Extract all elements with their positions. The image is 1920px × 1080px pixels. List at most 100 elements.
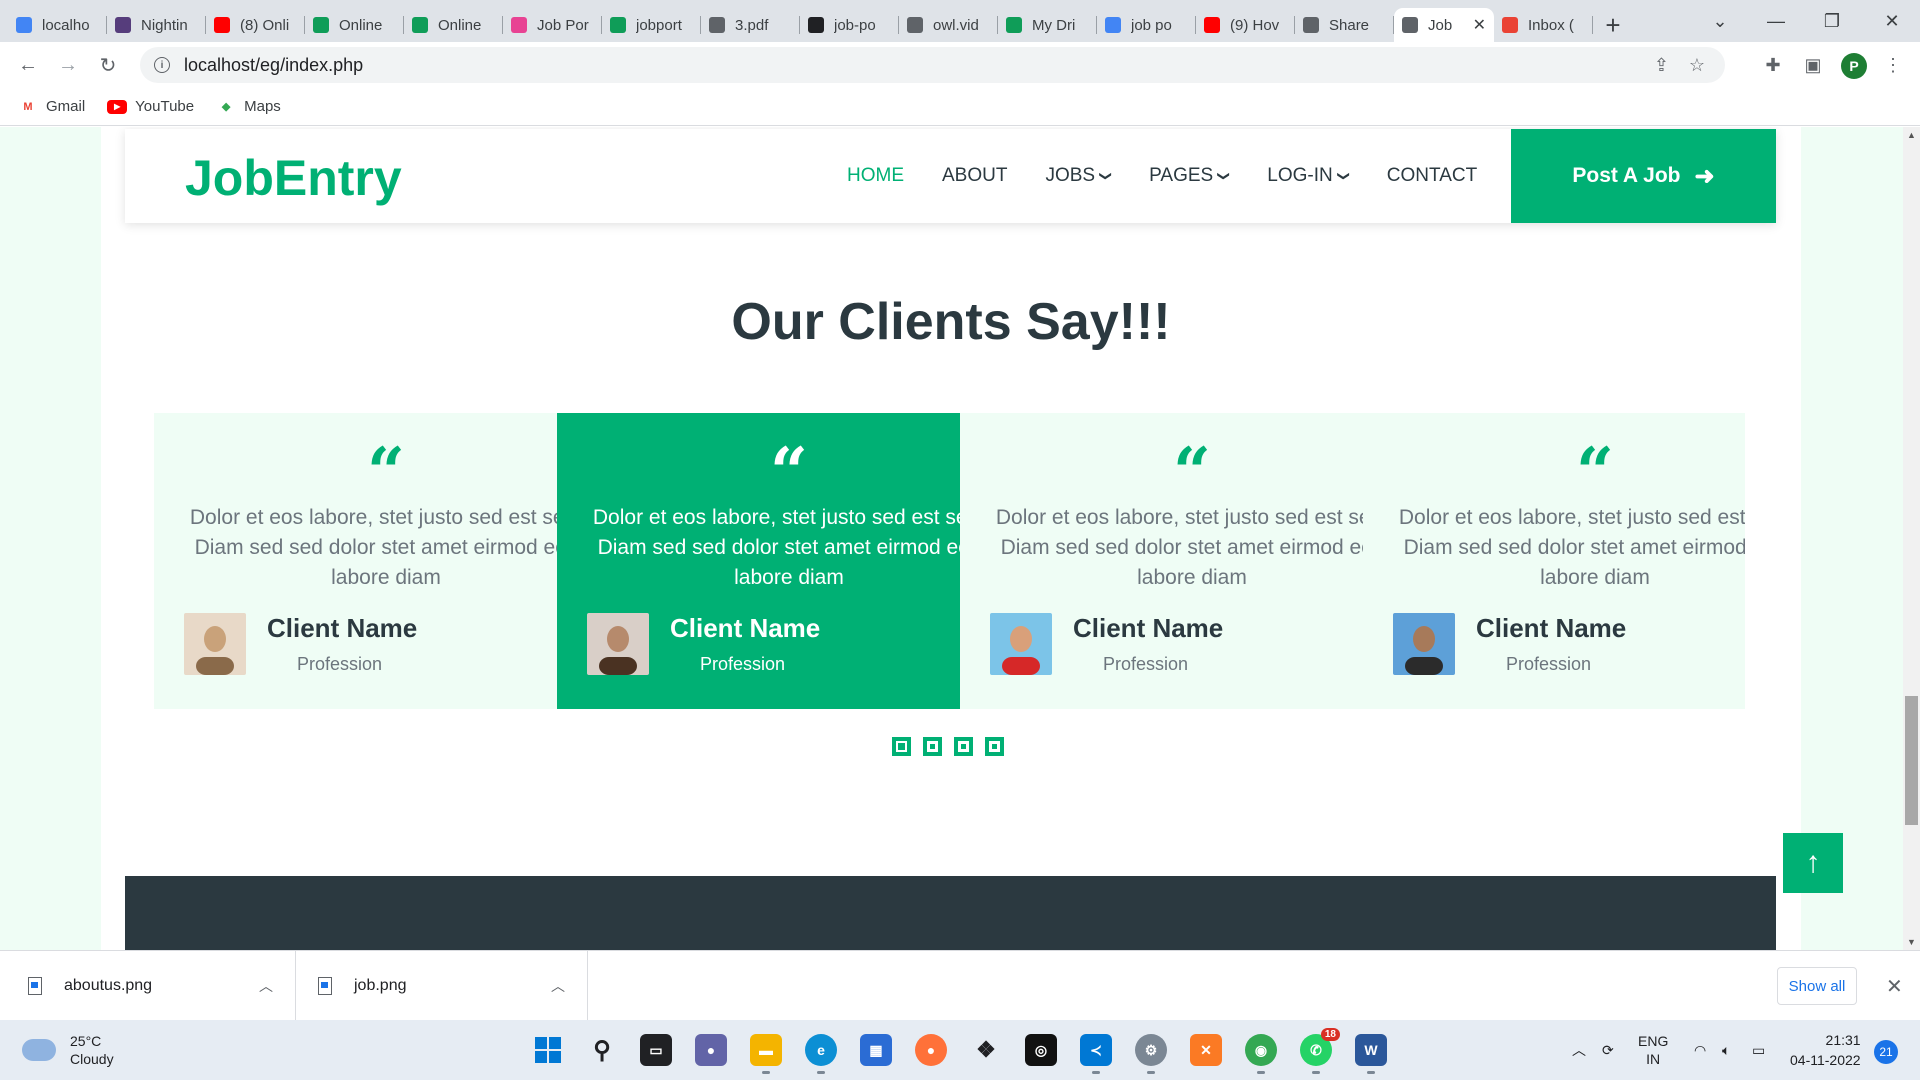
menu-icon[interactable]: ⋮: [1880, 52, 1906, 78]
gmail-icon: M: [23, 100, 33, 113]
browser-tab[interactable]: Online: [404, 8, 503, 42]
bookmark-maps[interactable]: ◆ Maps: [216, 98, 281, 115]
globe-icon: [907, 17, 923, 33]
share-icon[interactable]: ⇪: [1654, 55, 1669, 76]
testimonial-carousel[interactable]: “ Dolor et eos labore, stet justo sed est…: [154, 413, 1745, 709]
firefox-icon[interactable]: ●: [915, 1034, 947, 1066]
nav-item-jobs[interactable]: JOBS ❯: [1045, 165, 1113, 187]
nav-item-contact[interactable]: CONTACT: [1387, 165, 1477, 187]
browser-tab[interactable]: job-po: [800, 8, 899, 42]
browser-tab[interactable]: My Dri: [998, 8, 1097, 42]
download-item[interactable]: job.png ︿: [296, 951, 588, 1021]
bookmark-star-icon[interactable]: ☆: [1689, 55, 1705, 76]
word-icon[interactable]: W: [1355, 1034, 1387, 1074]
tab-title: Job Por: [537, 16, 589, 34]
browser-tab[interactable]: Share: [1295, 8, 1394, 42]
page-scrollbar[interactable]: ▲ ▼: [1903, 127, 1920, 950]
chevron-up-icon[interactable]: ︿: [551, 976, 565, 996]
creative-cloud-icon[interactable]: ◎: [1025, 1034, 1057, 1066]
browser-tab[interactable]: (9) Hov: [1196, 8, 1295, 42]
file-explorer-icon[interactable]: ▬: [750, 1034, 782, 1074]
carousel-dot[interactable]: [985, 737, 1004, 756]
bookmark-youtube[interactable]: ▶ YouTube: [107, 98, 194, 115]
gmail-icon: [1502, 17, 1518, 33]
drive-icon: [313, 17, 329, 33]
carousel-dot[interactable]: [954, 737, 973, 756]
back-to-top-button[interactable]: ↑: [1783, 833, 1843, 893]
teams-chat-icon[interactable]: ●: [695, 1034, 727, 1066]
volume-icon[interactable]: 🔈︎: [1722, 1020, 1730, 1080]
minimize-button[interactable]: —: [1748, 0, 1804, 42]
sync-icon[interactable]: ⟳: [1602, 1020, 1614, 1080]
tab-search-icon[interactable]: ⌄: [1692, 0, 1748, 42]
xampp-icon[interactable]: ✕: [1190, 1034, 1222, 1066]
forward-button[interactable]: →: [48, 45, 88, 85]
bookmark-gmail[interactable]: M Gmail: [18, 98, 85, 115]
reload-button[interactable]: ↻: [88, 45, 128, 85]
notification-badge[interactable]: 21: [1874, 1040, 1898, 1064]
language-indicator[interactable]: ENG IN: [1638, 1020, 1668, 1080]
chevron-up-icon[interactable]: ︿: [259, 976, 273, 996]
settings-icon[interactable]: ⚙: [1135, 1034, 1167, 1074]
post-a-job-button[interactable]: Post A Job ➜: [1511, 129, 1776, 223]
side-panel-icon[interactable]: ▣: [1800, 52, 1826, 78]
browser-tab[interactable]: Job Por: [503, 8, 602, 42]
whatsapp-icon[interactable]: ✆ 18: [1300, 1028, 1340, 1074]
tab-title: (9) Hov: [1230, 16, 1280, 34]
close-icon[interactable]: ✕: [1886, 974, 1903, 999]
scroll-up-arrow[interactable]: ▲: [1907, 130, 1916, 140]
site-info-icon[interactable]: i: [154, 57, 170, 73]
battery-icon[interactable]: ▭: [1752, 1020, 1765, 1080]
download-item[interactable]: aboutus.png ︿: [0, 951, 296, 1021]
browser-tab[interactable]: job po: [1097, 8, 1196, 42]
client-avatar: [1393, 613, 1455, 675]
store-icon[interactable]: ▦: [860, 1034, 892, 1066]
back-button[interactable]: ←: [8, 45, 48, 85]
edge-icon[interactable]: e: [805, 1034, 837, 1074]
browser-tab-strip: localho Nightin (8) Onli Online Online Job Po…: [0, 0, 1920, 42]
start-icon[interactable]: [532, 1034, 564, 1066]
browser-tab[interactable]: (8) Onli: [206, 8, 305, 42]
nav-item-about[interactable]: ABOUT: [942, 165, 1007, 187]
address-bar[interactable]: i localhost/eg/index.php ⇪ ☆: [140, 47, 1725, 83]
show-all-button[interactable]: Show all: [1777, 967, 1857, 1005]
scrollbar-thumb[interactable]: [1905, 696, 1918, 825]
extensions-icon[interactable]: ✚: [1760, 52, 1786, 78]
client-name: Client Name: [1073, 613, 1224, 643]
close-tab-icon[interactable]: ✕: [1473, 15, 1486, 35]
clock[interactable]: 21:31 04-11-2022: [1790, 1030, 1861, 1070]
new-tab-button[interactable]: +: [1593, 8, 1633, 42]
cloud-icon: [22, 1039, 56, 1061]
wifi-icon[interactable]: ◠: [1694, 1020, 1706, 1080]
nav-item-log-in[interactable]: LOG-IN ❯: [1267, 165, 1350, 187]
task-view-icon[interactable]: ▭: [640, 1034, 672, 1066]
browser-tab[interactable]: owl.vid: [899, 8, 998, 42]
scroll-down-arrow[interactable]: ▼: [1907, 937, 1916, 947]
url-text[interactable]: localhost/eg/index.php: [184, 55, 363, 76]
browser-tab[interactable]: 3.pdf: [701, 8, 800, 42]
search-icon[interactable]: ⚲: [586, 1034, 618, 1066]
chrome-icon[interactable]: ◉: [1245, 1034, 1277, 1074]
profile-avatar[interactable]: P: [1841, 53, 1867, 79]
nav-item-home[interactable]: HOME: [847, 165, 904, 187]
dropbox-icon[interactable]: ❖: [970, 1034, 1002, 1066]
browser-tab[interactable]: Online: [305, 8, 404, 42]
tab-title: owl.vid: [933, 16, 979, 34]
browser-tab[interactable]: Inbox (: [1494, 8, 1593, 42]
browser-tab[interactable]: localho: [8, 8, 107, 42]
browser-tab[interactable]: Nightin: [107, 8, 206, 42]
weather-widget[interactable]: 25°C Cloudy: [22, 1032, 114, 1068]
restore-button[interactable]: ❐: [1804, 0, 1860, 42]
nav-item-pages[interactable]: PAGES ❯: [1149, 165, 1231, 187]
tray-overflow-icon[interactable]: ︿: [1572, 1020, 1586, 1080]
testimonial-card: “ Dolor et eos labore, stet justo sed est…: [557, 413, 1021, 709]
page-container: JobEntry HOME ABOUT JOBS ❯ PAGES ❯ LOG-IN ❯ CONT…: [101, 127, 1801, 950]
carousel-dot[interactable]: [923, 737, 942, 756]
browser-tab[interactable]: Job ✕: [1394, 8, 1494, 42]
brand-logo[interactable]: JobEntry: [185, 149, 402, 207]
carousel-dot[interactable]: [892, 737, 911, 756]
browser-tab[interactable]: jobport: [602, 8, 701, 42]
vscode-icon[interactable]: ≺: [1080, 1034, 1112, 1074]
close-window-button[interactable]: ✕: [1864, 0, 1920, 42]
testimonial-card: “ Dolor et eos labore, stet justo sed est…: [154, 413, 618, 709]
